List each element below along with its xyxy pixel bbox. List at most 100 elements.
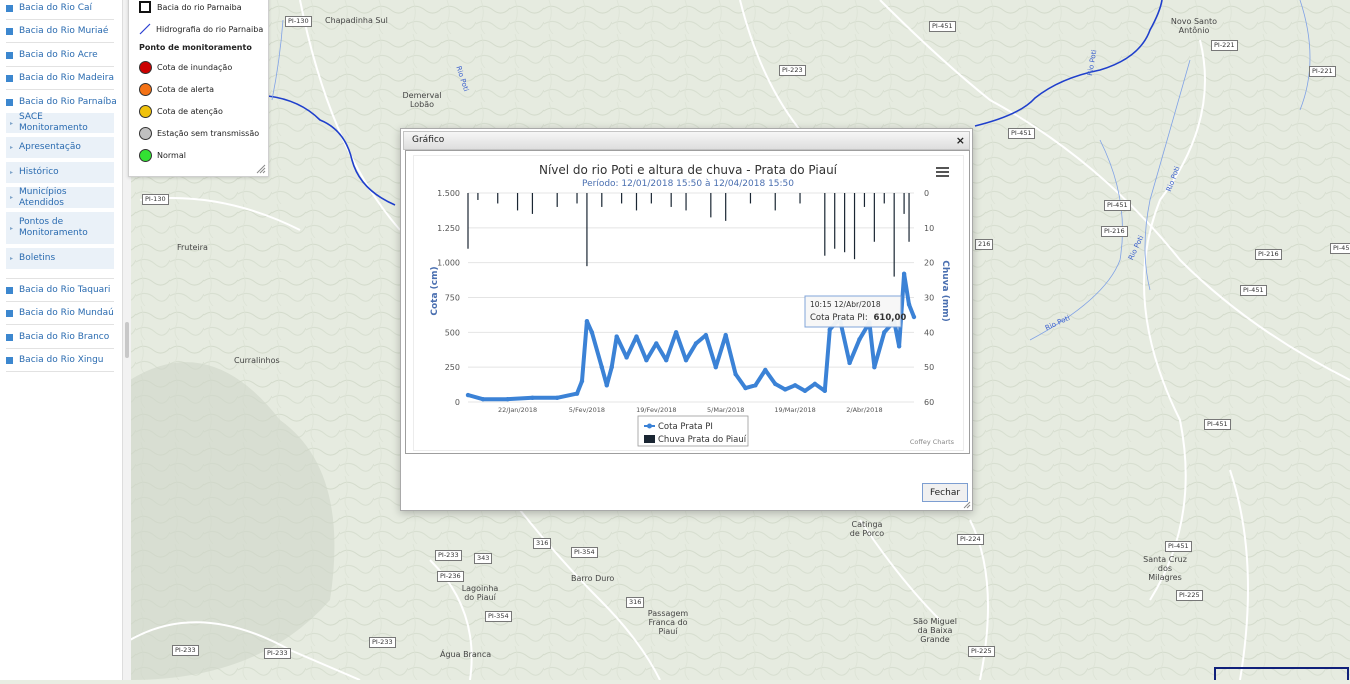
rain-bar	[893, 193, 895, 277]
sidebar-item-rio-parnaiba[interactable]: Bacia do Rio Parnaíba	[6, 91, 117, 114]
tooltip-value: 610,00	[874, 313, 907, 323]
place-label: Água Branca	[440, 650, 492, 659]
level-point	[723, 332, 728, 338]
square-icon	[6, 309, 13, 317]
sidebar-item-rio-xingu[interactable]: Bacia do Rio Xingu	[6, 349, 114, 372]
road-shield: PI-130	[142, 194, 169, 205]
status-dot-icon	[139, 83, 152, 96]
close-icon[interactable]: ×	[956, 132, 965, 149]
level-point	[609, 364, 614, 370]
road-shield: PI-451	[1165, 541, 1192, 552]
level-point	[872, 364, 877, 370]
square-icon	[6, 286, 13, 294]
level-point	[812, 381, 818, 387]
bullet-icon: ▸	[10, 224, 14, 232]
menu-icon[interactable]	[934, 165, 952, 179]
sidebar-item-label: Bacia do Rio Parnaíba	[19, 97, 117, 107]
rain-bar	[576, 193, 578, 204]
level-point	[480, 397, 486, 402]
bullet-icon: ▸	[10, 119, 14, 127]
rain-bar	[853, 193, 856, 260]
y-axis-right-title: Chuva (mm)	[940, 260, 950, 321]
level-point	[792, 383, 798, 388]
level-point	[683, 358, 689, 363]
place-label: Curralinhos	[234, 356, 280, 365]
sidebar-item-label: Bacia do Rio Caí	[19, 3, 93, 13]
level-point	[827, 327, 832, 332]
legend-item-label: Cota de inundação	[157, 63, 233, 72]
status-dot-icon	[139, 149, 152, 162]
level-point	[530, 395, 535, 401]
level-point	[604, 383, 609, 388]
y-tick-label-right: 10	[924, 224, 934, 233]
sidebar-item-label: Bacia do Rio Taquari	[19, 285, 111, 295]
sidebar-item-rio-branco[interactable]: Bacia do Rio Branco	[6, 326, 114, 349]
sidebar-item-label: Bacia do Rio Branco	[19, 332, 110, 342]
scrollbar-thumb[interactable]	[125, 322, 129, 358]
sidebar-item-rio-cai[interactable]: Bacia do Rio Caí	[6, 0, 114, 20]
road-shield: PI-354	[485, 611, 512, 622]
square-icon	[6, 51, 13, 59]
level-point	[773, 381, 778, 387]
tooltip-line: Cota Prata PI: 610,00	[810, 313, 906, 323]
rain-bar	[710, 193, 712, 218]
close-button[interactable]: Fechar	[922, 483, 968, 502]
sidebar-subitem-sace[interactable]: ▸ SACE Monitoramento	[6, 112, 114, 133]
chart-svg: Nível do rio Poti e altura de chuva - Pr…	[430, 163, 955, 447]
rain-bar	[556, 193, 558, 207]
sidebar-item-rio-muriae[interactable]: Bacia do Rio Muriaé	[6, 20, 114, 43]
legend-item: Cota de atenção	[139, 105, 223, 118]
resize-grip-icon[interactable]	[963, 501, 971, 509]
road-shield: 316	[626, 597, 645, 608]
y-tick-label-right: 30	[924, 294, 934, 303]
level-point	[743, 385, 748, 391]
sidebar-item-rio-mundau[interactable]: Bacia do Rio Mundaú	[6, 302, 114, 325]
sidebar-item-rio-taquari[interactable]: Bacia do Rio Taquari	[6, 278, 114, 302]
y-axis-left-title: Cota (cm)	[430, 266, 440, 315]
level-point	[505, 397, 510, 402]
legend-rain[interactable]: Chuva Prata do Piauí	[644, 435, 747, 445]
rain-bar	[685, 193, 687, 211]
resize-grip-icon[interactable]	[256, 164, 266, 174]
sidebar: Bacia do Rio Caí Bacia do Rio Muriaé Bac…	[0, 0, 123, 680]
sidebar-subitem-historico[interactable]: ▸ Histórico	[6, 162, 114, 183]
sidebar-subitem-pontos[interactable]: ▸ Pontos de Monitoramento	[6, 212, 114, 244]
road-shield: PI-216	[1255, 249, 1282, 260]
rain-bar	[844, 193, 846, 253]
legend-item-label: Cota de atenção	[157, 107, 223, 116]
legend-level-label: Cota Prata PI	[658, 422, 713, 432]
sidebar-subitem-municipios[interactable]: ▸ Municípios Atendidos	[6, 187, 114, 208]
chart-credits[interactable]: Coffey Charts	[910, 438, 955, 446]
y-tick-label-left: 750	[445, 294, 460, 303]
chart-frame: Nível do rio Poti e altura de chuva - Pr…	[405, 150, 970, 454]
level-point	[644, 358, 649, 363]
legend-item: Normal	[139, 149, 186, 162]
rain-bar	[467, 193, 469, 249]
x-tick-label: 2/Abr/2018	[846, 406, 882, 414]
sidebar-item-rio-acre[interactable]: Bacia do Rio Acre	[6, 44, 114, 67]
rain-bar	[516, 193, 519, 211]
level-point	[753, 383, 758, 388]
sidebar-subitem-apresentacao[interactable]: ▸ Apresentação	[6, 137, 114, 158]
sidebar-subitem-boletins[interactable]: ▸ Boletins	[6, 248, 114, 269]
sidebar-item-rio-madeira[interactable]: Bacia do Rio Madeira	[6, 67, 114, 90]
road-shield: PI-224	[957, 534, 984, 545]
square-outline-icon	[139, 1, 151, 13]
chart-dialog: Gráfico × Nível do rio Poti e altura de …	[400, 128, 973, 511]
legend-basin: Bacia do rio Parnaiba	[139, 1, 242, 13]
road-shield: 343	[474, 553, 493, 564]
legend-basin-label: Bacia do rio Parnaiba	[157, 2, 242, 12]
road-shield: PI-225	[1176, 590, 1203, 601]
rain-bar	[621, 193, 623, 204]
line-icon	[139, 23, 151, 35]
dialog-titlebar[interactable]: Gráfico ×	[403, 131, 970, 150]
rain-bar	[824, 193, 826, 256]
level-point	[703, 332, 709, 338]
level-point	[634, 334, 639, 339]
road-shield: 216	[975, 239, 994, 250]
road-shield: PI-236	[437, 571, 464, 582]
chart-legend: Cota Prata PI Chuva Prata do Piauí	[637, 415, 749, 447]
road-shield: PI-233	[435, 550, 462, 561]
place-label: Barro Duro	[571, 574, 615, 583]
level-point	[906, 302, 912, 307]
